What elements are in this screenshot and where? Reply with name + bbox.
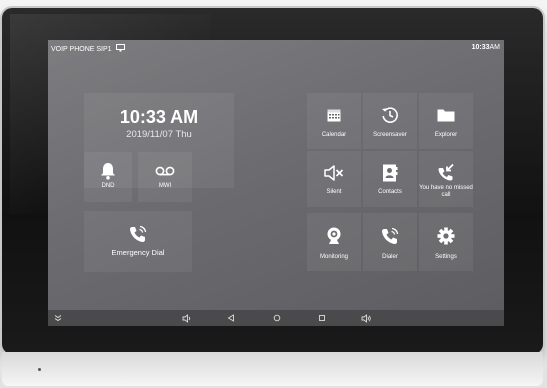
contacts-book-icon xyxy=(363,164,417,182)
gear-icon xyxy=(419,227,473,245)
camera-icon xyxy=(307,227,361,245)
status-bar: VOIP PHONE SIP1 10:33AM xyxy=(48,40,504,56)
expand-chevron-icon[interactable] xyxy=(53,313,63,323)
calendar-icon xyxy=(307,108,361,122)
status-ampm: AM xyxy=(489,44,501,51)
status-clock: 10:33AM xyxy=(472,44,500,51)
dialer-app[interactable]: Dialer xyxy=(363,213,417,271)
explorer-app[interactable]: Explorer xyxy=(419,93,473,149)
clock-history-icon xyxy=(363,106,417,124)
status-time: 10:33 xyxy=(471,44,490,51)
phone-call-icon xyxy=(84,225,192,243)
account-title: VOIP PHONE SIP1 xyxy=(51,45,112,53)
folder-icon xyxy=(419,108,473,122)
mwi-label: MWI xyxy=(158,183,172,189)
speaker-mute-icon xyxy=(307,165,361,181)
dialer-label: Dialer xyxy=(382,254,398,260)
device-frame-bottom xyxy=(2,352,543,386)
monitor-icon xyxy=(115,44,125,54)
clock-time: 10:33 AM xyxy=(119,107,199,127)
screen: VOIP PHONE SIP1 10:33AM 10:33 AM 2019/11… xyxy=(48,40,504,326)
emergency-dial-button[interactable]: Emergency Dial xyxy=(84,211,192,272)
settings-label: Settings xyxy=(435,254,457,260)
clock-date: 2019/11/07 Thu xyxy=(126,129,192,140)
explorer-label: Explorer xyxy=(434,132,458,138)
recent-apps-icon[interactable] xyxy=(317,313,327,323)
voicemail-icon xyxy=(138,166,192,176)
silent-label: Silent xyxy=(326,189,342,195)
calendar-label: Calendar xyxy=(321,132,347,138)
missed-call-app[interactable]: You have no missed call xyxy=(419,151,473,207)
contacts-app[interactable]: Contacts xyxy=(363,151,417,207)
monitoring-app[interactable]: Monitoring xyxy=(307,213,361,271)
home-icon[interactable] xyxy=(272,313,282,323)
navigation-bar xyxy=(48,310,504,326)
mwi-button[interactable]: MWI xyxy=(138,152,192,202)
volume-up-icon[interactable] xyxy=(361,313,371,323)
missed-call-icon xyxy=(419,163,473,181)
dnd-button[interactable]: DND xyxy=(84,152,132,202)
volume-down-icon[interactable] xyxy=(181,313,191,323)
missed-call-label: You have no missed call xyxy=(419,185,473,198)
screensaver-app[interactable]: Screensaver xyxy=(363,93,417,149)
bell-icon xyxy=(84,162,132,180)
silent-app[interactable]: Silent xyxy=(307,151,361,207)
calendar-app[interactable]: Calendar xyxy=(307,93,361,149)
phone-call-icon xyxy=(363,227,417,245)
contacts-label: Contacts xyxy=(378,189,402,195)
monitoring-label: Monitoring xyxy=(319,254,348,260)
settings-app[interactable]: Settings xyxy=(419,213,473,271)
device-indicator-dot xyxy=(38,368,41,371)
screensaver-label: Screensaver xyxy=(373,132,407,138)
back-icon[interactable] xyxy=(226,313,236,323)
emergency-dial-label: Emergency Dial xyxy=(111,248,165,257)
dnd-label: DND xyxy=(101,183,115,189)
